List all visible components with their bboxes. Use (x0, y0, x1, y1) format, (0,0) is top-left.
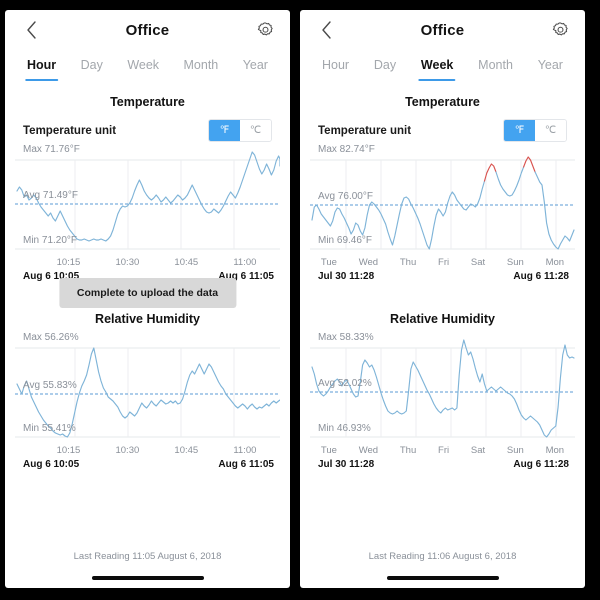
humidity-chart-svg (310, 339, 575, 438)
x-tick: 10:45 (174, 445, 199, 456)
temperature-section-title: Temperature (405, 95, 480, 109)
tab-label: Day (373, 58, 397, 72)
x-tick: 10:15 (56, 445, 81, 456)
x-tick: Fri (438, 257, 450, 268)
x-tick: Mon (545, 445, 565, 456)
tab-month[interactable]: Month (478, 58, 513, 81)
humidity-chart-hour[interactable]: Max 56.26% Avg 55.83% Min 55.41% (5, 330, 290, 444)
tab-label: Year (242, 58, 268, 72)
x-tick: 10:15 (56, 257, 81, 268)
x-tick: 11:00 (233, 257, 257, 268)
range-start: Jul 30 11:28 (318, 459, 375, 470)
page-title: Office (420, 21, 465, 39)
temperature-section-title: Temperature (110, 95, 185, 109)
tab-week[interactable]: Week (421, 58, 453, 81)
x-tick: Thu (399, 257, 417, 268)
unit-option-celsius[interactable]: ℃ (535, 120, 566, 141)
last-reading-text: Last Reading 11:06 August 6, 2018 (368, 551, 517, 562)
chevron-left-icon[interactable] (316, 20, 336, 40)
x-tick: Fri (438, 445, 450, 456)
temperature-unit-row: Temperature unit ℉ ℃ (5, 113, 290, 142)
toast-message: Complete to upload the data (58, 278, 237, 308)
x-tick: 10:30 (115, 445, 140, 456)
x-tick: Thu (399, 445, 417, 456)
temperature-unit-toggle[interactable]: ℉ ℃ (503, 119, 567, 142)
home-indicator (91, 576, 204, 580)
x-tick: 11:00 (233, 445, 257, 456)
temperature-unit-label: Temperature unit (23, 124, 117, 137)
phone-screen-hour: Office Hour Day Week Month Year Temperat… (5, 10, 290, 588)
x-tick: Mon (545, 257, 565, 268)
temperature-unit-toggle[interactable]: ℉ ℃ (208, 119, 272, 142)
dual-screenshot-container: Office Hour Day Week Month Year Temperat… (0, 0, 600, 600)
temperature-range-row: Jul 30 11:28 Aug 6 11:28 (300, 268, 585, 282)
humidity-section-title: Relative Humidity (390, 312, 495, 326)
screen-footer: Last Reading 11:05 August 6, 2018 (5, 551, 290, 588)
phone-screen-week: Office Hour Day Week Month Year Temperat… (300, 10, 585, 588)
humidity-range-row: Aug 6 10:05 Aug 6 11:05 (5, 456, 290, 470)
page-title: Office (125, 21, 170, 39)
range-end: Aug 6 11:05 (218, 459, 274, 470)
gear-icon[interactable] (254, 19, 276, 41)
tab-label: Hour (322, 58, 350, 72)
temperature-unit-label: Temperature unit (318, 124, 412, 137)
tab-label: Hour (27, 58, 57, 72)
last-reading-text: Last Reading 11:05 August 6, 2018 (73, 551, 222, 562)
x-tick: 10:45 (174, 257, 199, 268)
tab-year[interactable]: Year (538, 58, 563, 81)
x-tick: Sun (506, 257, 524, 268)
tab-hour[interactable]: Hour (27, 58, 56, 81)
temperature-x-axis: Tue Wed Thu Fri Sat Sun Mon (300, 256, 585, 268)
temperature-chart-week[interactable]: Max 82.74°F Avg 76.00°F Min 69.46°F (300, 142, 585, 256)
tab-day[interactable]: Day (374, 58, 396, 81)
app-header: Office (300, 10, 585, 50)
tab-label: Week (420, 58, 454, 72)
range-start: Jul 30 11:28 (318, 271, 375, 282)
unit-option-fahrenheit[interactable]: ℉ (504, 120, 535, 141)
tab-year[interactable]: Year (243, 58, 268, 81)
range-end: Aug 6 11:28 (513, 271, 569, 282)
humidity-x-axis: 10:15 10:30 10:45 11:00 (5, 444, 290, 456)
humidity-range-row: Jul 30 11:28 Aug 6 11:28 (300, 456, 585, 470)
unit-option-celsius[interactable]: ℃ (240, 120, 271, 141)
x-tick: Wed (358, 445, 379, 456)
tab-label: Day (80, 58, 103, 72)
chevron-left-icon[interactable] (21, 20, 41, 40)
x-tick: Sat (470, 445, 486, 456)
tab-label: Year (537, 58, 563, 72)
x-tick: 10:30 (115, 257, 140, 268)
temperature-chart-svg (310, 156, 575, 250)
humidity-section-title: Relative Humidity (95, 312, 200, 326)
x-tick: Tue (320, 257, 337, 268)
x-tick: Sun (506, 445, 524, 456)
tab-label: Month (478, 58, 513, 72)
app-header: Office (5, 10, 290, 50)
humidity-x-axis: Tue Wed Thu Fri Sat Sun Mon (300, 444, 585, 456)
x-tick: Sat (470, 257, 486, 268)
temperature-x-axis: 10:15 10:30 10:45 11:00 (5, 256, 290, 268)
tab-month[interactable]: Month (184, 58, 219, 81)
unit-option-fahrenheit[interactable]: ℉ (209, 120, 240, 141)
range-end: Aug 6 11:28 (513, 459, 569, 470)
tab-hour[interactable]: Hour (322, 58, 349, 81)
temperature-chart-svg (15, 151, 280, 250)
range-start: Aug 6 10:05 (23, 459, 80, 470)
temperature-unit-row: Temperature unit ℉ ℃ (300, 113, 585, 142)
period-tabs: Hour Day Week Month Year (5, 50, 290, 81)
home-indicator (386, 576, 499, 580)
x-tick: Tue (320, 445, 337, 456)
humidity-chart-week[interactable]: Max 58.33% Avg 52.02% Min 46.93% (300, 330, 585, 444)
tab-day[interactable]: Day (81, 58, 103, 81)
tab-label: Week (127, 58, 160, 72)
screen-footer: Last Reading 11:06 August 6, 2018 (300, 551, 585, 588)
x-tick: Wed (358, 257, 379, 268)
tab-week[interactable]: Week (127, 58, 159, 81)
humidity-chart-svg (15, 347, 280, 438)
period-tabs: Hour Day Week Month Year (300, 50, 585, 81)
tab-label: Month (183, 58, 219, 72)
gear-icon[interactable] (549, 19, 571, 41)
temperature-chart-hour[interactable]: Max 71.76°F Avg 71.49°F Min 71.20°F (5, 142, 290, 256)
